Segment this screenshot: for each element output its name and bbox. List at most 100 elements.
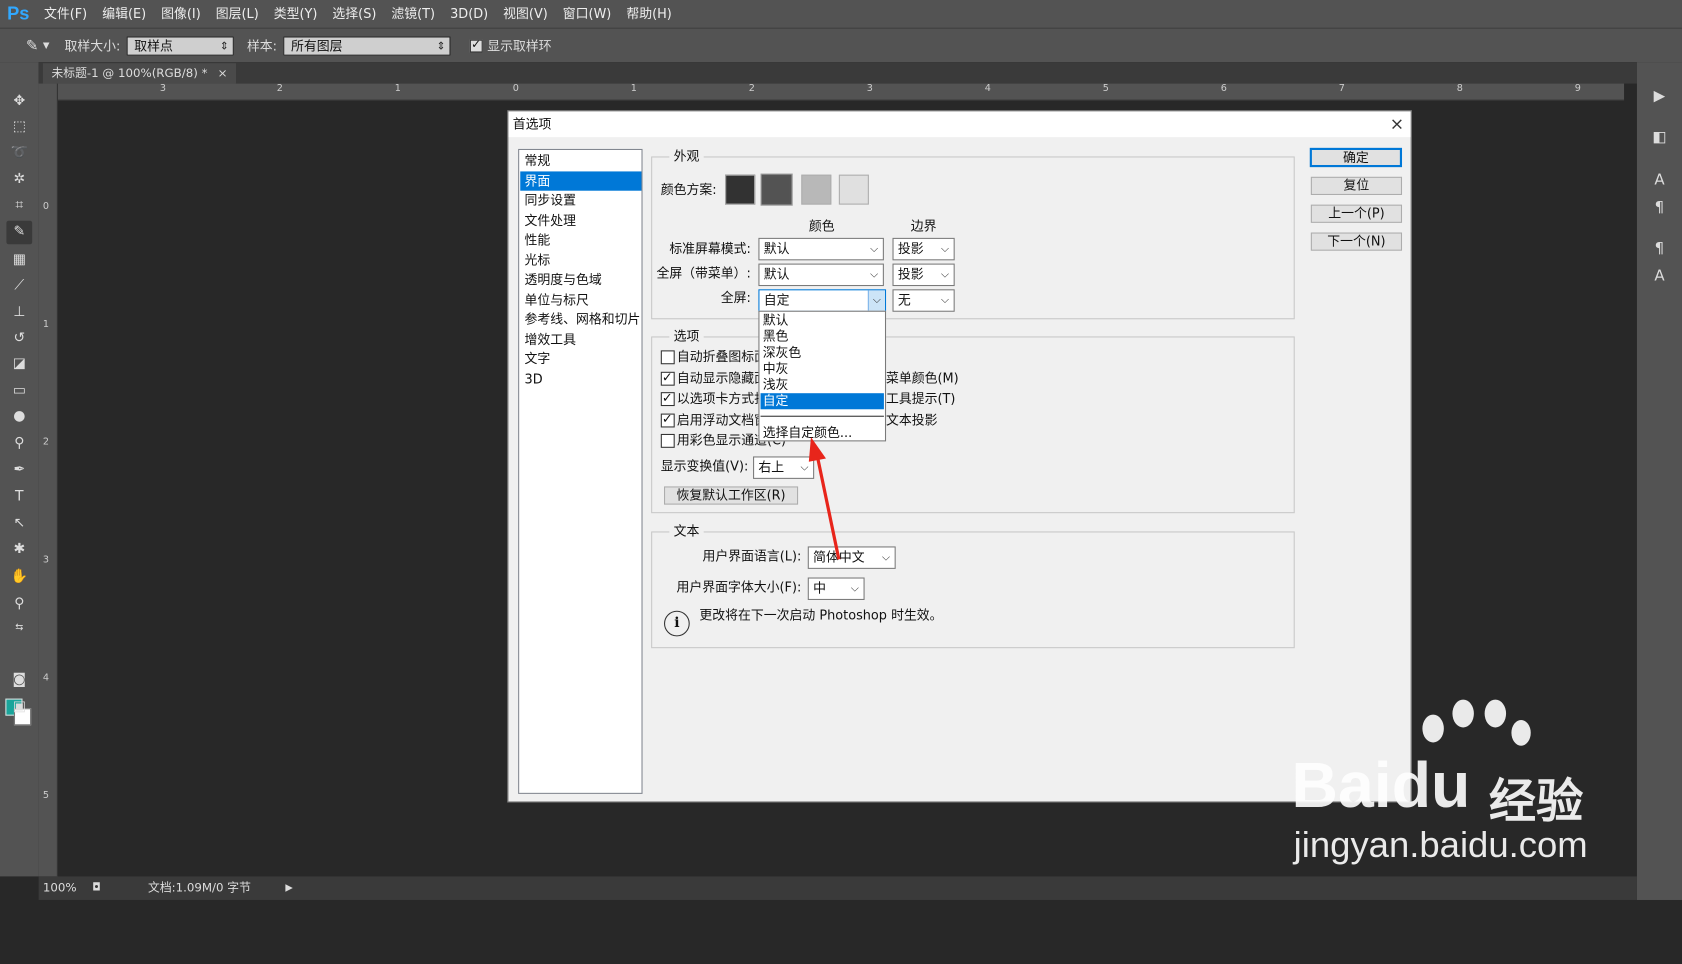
- hand-tool-icon[interactable]: ✋: [6, 566, 32, 590]
- tool-preset-arrow-icon[interactable]: ▼: [43, 41, 50, 51]
- fullscreen-menu-color-select[interactable]: 默认 ⌵: [758, 263, 884, 287]
- ok-button[interactable]: 确定: [1309, 147, 1403, 168]
- properties-icon[interactable]: ◧: [1648, 126, 1672, 147]
- path-select-icon[interactable]: ↖: [6, 512, 32, 536]
- menu-edit[interactable]: 编辑(E): [95, 0, 154, 28]
- eyedropper-icon[interactable]: ✎: [6, 220, 33, 245]
- restart-note: 更改将在下一次启动 Photoshop 时生效。: [699, 607, 943, 623]
- restore-workspace-button[interactable]: 恢复默认工作区(R): [664, 486, 799, 505]
- annotation-arrow: [808, 437, 841, 560]
- standard-screen-border-select[interactable]: 投影 ⌵: [892, 237, 955, 261]
- status-menu-arrow-icon[interactable]: ▶: [285, 876, 292, 900]
- move-tool-icon[interactable]: ✥: [6, 90, 32, 114]
- eraser-tool-icon[interactable]: ◪: [6, 352, 32, 376]
- menu-filter[interactable]: 滤镜(T): [384, 0, 443, 28]
- status-preview-icon[interactable]: ◘: [92, 876, 100, 900]
- category-guides[interactable]: 参考线、网格和切片: [520, 310, 641, 329]
- paragraph-styles-icon[interactable]: ¶: [1648, 238, 1672, 259]
- category-general[interactable]: 常规: [520, 151, 641, 170]
- horizontal-ruler: 3 2 1 0 1 2 3 4 5 6 7 8 9: [57, 83, 1625, 101]
- menu-layer[interactable]: 图层(L): [208, 0, 266, 28]
- floating-docking-checkbox[interactable]: [660, 411, 675, 428]
- brush-tool-icon[interactable]: ⟋: [6, 274, 32, 298]
- type-tool-icon[interactable]: T: [6, 485, 32, 509]
- prev-button[interactable]: 上一个(P): [1310, 204, 1403, 223]
- healing-brush-icon[interactable]: ▦: [6, 249, 32, 273]
- text-group-label: 文本: [669, 522, 704, 540]
- dropdown-option-light-gray[interactable]: 浅灰: [761, 377, 884, 393]
- menu-window[interactable]: 窗口(W): [555, 0, 619, 28]
- ui-font-size-select[interactable]: 中 ⌵: [807, 577, 865, 600]
- magic-wand-icon[interactable]: ✲: [6, 168, 32, 192]
- scheme-swatch-dark[interactable]: [760, 173, 793, 206]
- document-tab[interactable]: 未标题-1 @ 100%(RGB/8) * ×: [42, 63, 237, 84]
- category-performance[interactable]: 性能: [520, 230, 641, 249]
- menu-select[interactable]: 选择(S): [325, 0, 384, 28]
- zoom-tool-icon[interactable]: ⚲: [6, 592, 32, 616]
- chevron-down-icon: ⌵: [940, 294, 950, 307]
- fullscreen-color-select[interactable]: 自定 ⌵: [758, 289, 887, 312]
- history-brush-icon[interactable]: ↺: [6, 327, 32, 351]
- dropdown-option-default[interactable]: 默认: [761, 313, 884, 329]
- stamp-tool-icon[interactable]: ⊥: [6, 301, 32, 325]
- category-units[interactable]: 单位与标尺: [520, 290, 641, 309]
- dropdown-option-dark-gray[interactable]: 深灰色: [761, 345, 884, 361]
- gradient-tool-icon[interactable]: ▭: [6, 379, 32, 403]
- fullscreen-border-select[interactable]: 无 ⌵: [892, 289, 955, 312]
- auto-show-hidden-checkbox[interactable]: [660, 370, 675, 386]
- auto-show-hidden-label: 自动显示隐藏面: [676, 370, 767, 386]
- scheme-swatch-light[interactable]: [801, 174, 832, 205]
- play-icon[interactable]: ▶: [1648, 86, 1672, 107]
- dropdown-option-medium-gray[interactable]: 中灰: [761, 361, 884, 377]
- quick-mask-icon[interactable]: ◙: [6, 669, 32, 693]
- close-tab-icon[interactable]: ×: [218, 66, 228, 80]
- menu-3d[interactable]: 3D(D): [443, 0, 496, 28]
- menu-help[interactable]: 帮助(H): [619, 0, 679, 28]
- screen-mode-icon[interactable]: ▣: [6, 695, 32, 719]
- next-button[interactable]: 下一个(N): [1310, 232, 1403, 251]
- category-plugins[interactable]: 增效工具: [520, 329, 641, 348]
- open-as-tabs-checkbox[interactable]: [660, 390, 675, 407]
- menu-image[interactable]: 图像(I): [154, 0, 209, 28]
- reset-button[interactable]: 复位: [1310, 176, 1403, 195]
- category-type[interactable]: 文字: [520, 349, 641, 368]
- sample-size-select[interactable]: 取样点: [126, 35, 235, 56]
- menu-view[interactable]: 视图(V): [496, 0, 556, 28]
- dodge-tool-icon[interactable]: ⚲: [6, 432, 32, 456]
- marquee-tool-icon[interactable]: ⬚: [6, 116, 32, 140]
- dropdown-option-custom[interactable]: 自定: [760, 393, 884, 410]
- crop-tool-icon[interactable]: ⌗: [6, 194, 32, 218]
- category-cursors[interactable]: 光标: [520, 250, 641, 269]
- dropdown-option-black[interactable]: 黑色: [761, 329, 884, 345]
- show-ring-checkbox[interactable]: [470, 37, 483, 52]
- color-channels-checkbox[interactable]: [660, 433, 675, 448]
- category-file-handling[interactable]: 文件处理: [520, 211, 641, 230]
- swap-colors-icon[interactable]: ⇆: [6, 616, 32, 640]
- document-info: 文档:1.09M/0 字节: [148, 880, 251, 895]
- shape-tool-icon[interactable]: ✱: [6, 538, 32, 562]
- menu-file[interactable]: 文件(F): [36, 0, 94, 28]
- pen-tool-icon[interactable]: ✒: [6, 459, 32, 483]
- category-interface[interactable]: 界面: [520, 170, 642, 191]
- menu-bar: Ps 文件(F) 编辑(E) 图像(I) 图层(L) 类型(Y) 选择(S) 滤…: [0, 0, 1682, 28]
- close-dialog-icon[interactable]: ×: [1390, 111, 1404, 137]
- eyedropper-tool-icon[interactable]: ✎: [24, 37, 41, 54]
- zoom-level[interactable]: 100%: [43, 876, 77, 900]
- menu-type[interactable]: 类型(Y): [266, 0, 325, 28]
- standard-screen-color-select[interactable]: 默认 ⌵: [758, 237, 884, 261]
- paragraph-icon[interactable]: ¶: [1648, 197, 1672, 218]
- fullscreen-menu-border-select[interactable]: 投影 ⌵: [892, 263, 955, 287]
- scheme-swatch-darkest[interactable]: [725, 174, 756, 205]
- scheme-swatch-lightest[interactable]: [838, 174, 869, 205]
- character-icon[interactable]: A: [1648, 169, 1672, 190]
- lasso-tool-icon[interactable]: ➰: [6, 141, 32, 165]
- ruler-tick: 3: [866, 83, 873, 95]
- character-styles-icon[interactable]: A: [1648, 266, 1672, 287]
- sample-select[interactable]: 所有图层: [283, 35, 451, 56]
- auto-collapse-checkbox[interactable]: [660, 350, 675, 365]
- category-sync[interactable]: 同步设置: [520, 191, 641, 210]
- blur-tool-icon[interactable]: ●: [6, 405, 32, 429]
- category-3d[interactable]: 3D: [520, 369, 641, 388]
- baidu-jingyan-watermark: Baidu 经验 jingyan.baidu.com: [1283, 696, 1605, 900]
- category-transparency[interactable]: 透明度与色域: [520, 270, 641, 289]
